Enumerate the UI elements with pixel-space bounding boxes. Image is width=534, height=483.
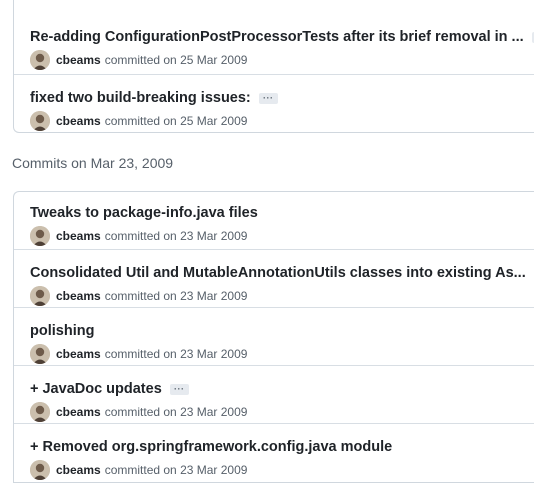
commit-date: committed on 23 Mar 2009 [104,463,248,477]
commit-row: Re-adding ConfigurationPostProcessorTest… [14,0,534,75]
commit-author-link[interactable]: cbeams [56,289,101,303]
user-avatar-icon[interactable] [30,460,50,480]
commit-meta: cbeams committed on 23 Mar 2009 [30,460,534,480]
commit-meta: cbeams committed on 25 Mar 2009 [30,50,534,70]
commit-title-link[interactable]: polishing [30,323,94,339]
commits-date-heading: Commits on Mar 23, 2009 [12,155,174,171]
expand-message-button[interactable]: ··· [169,383,189,395]
user-avatar-icon[interactable] [30,111,50,131]
commit-date: committed on 25 Mar 2009 [104,53,248,67]
user-avatar-icon[interactable] [30,402,50,422]
commit-author-link[interactable]: cbeams [56,347,101,361]
commit-author-link[interactable]: cbeams [56,229,101,243]
commit-group-mar-25: Re-adding ConfigurationPostProcessorTest… [13,0,534,133]
commit-row: + JavaDoc updates ··· cbeams committed o… [14,366,534,424]
commit-title-link[interactable]: + Removed org.springframework.config.jav… [30,439,392,455]
expand-message-button[interactable]: ··· [258,92,278,104]
commit-title-line: fixed two build-breaking issues: ··· [30,88,534,108]
user-avatar-icon[interactable] [30,286,50,306]
commit-title-link[interactable]: Consolidated Util and MutableAnnotationU… [30,265,526,281]
commit-title-line: Re-adding ConfigurationPostProcessorTest… [30,27,534,47]
commit-row: fixed two build-breaking issues: ··· cbe… [14,75,534,133]
commit-date: committed on 23 Mar 2009 [104,229,248,243]
commit-meta: cbeams committed on 23 Mar 2009 [30,286,534,306]
commit-row: Tweaks to package-info.java files cbeams… [14,192,534,250]
commit-date: committed on 25 Mar 2009 [104,114,248,128]
commit-title-line: + Removed org.springframework.config.jav… [30,437,534,457]
commit-title-line: Tweaks to package-info.java files [30,203,534,223]
commit-title-line: Consolidated Util and MutableAnnotationU… [30,263,534,283]
commit-group-mar-23: Tweaks to package-info.java files cbeams… [13,191,534,483]
user-avatar-icon[interactable] [30,344,50,364]
commit-title-link[interactable]: + JavaDoc updates [30,381,162,397]
commit-row: polishing cbeams committed on 23 Mar 200… [14,308,534,366]
commit-date: committed on 23 Mar 2009 [104,405,248,419]
commit-meta: cbeams committed on 23 Mar 2009 [30,226,534,246]
commit-title-line: + JavaDoc updates ··· [30,379,534,399]
commit-date: committed on 23 Mar 2009 [104,289,248,303]
commit-author-link[interactable]: cbeams [56,53,101,67]
commit-date: committed on 23 Mar 2009 [104,347,248,361]
commit-author-link[interactable]: cbeams [56,463,101,477]
user-avatar-icon[interactable] [30,226,50,246]
commit-title-line: polishing [30,321,534,341]
commit-title-link[interactable]: Tweaks to package-info.java files [30,205,258,221]
commit-title-link[interactable]: fixed two build-breaking issues: [30,90,251,106]
commit-meta: cbeams committed on 25 Mar 2009 [30,111,534,131]
user-avatar-icon[interactable] [30,50,50,70]
commit-title-link[interactable]: Re-adding ConfigurationPostProcessorTest… [30,29,524,45]
commit-row: Consolidated Util and MutableAnnotationU… [14,250,534,308]
commit-row: + Removed org.springframework.config.jav… [14,424,534,482]
commit-meta: cbeams committed on 23 Mar 2009 [30,344,534,364]
commit-author-link[interactable]: cbeams [56,405,101,419]
commit-author-link[interactable]: cbeams [56,114,101,128]
commit-meta: cbeams committed on 23 Mar 2009 [30,402,534,422]
